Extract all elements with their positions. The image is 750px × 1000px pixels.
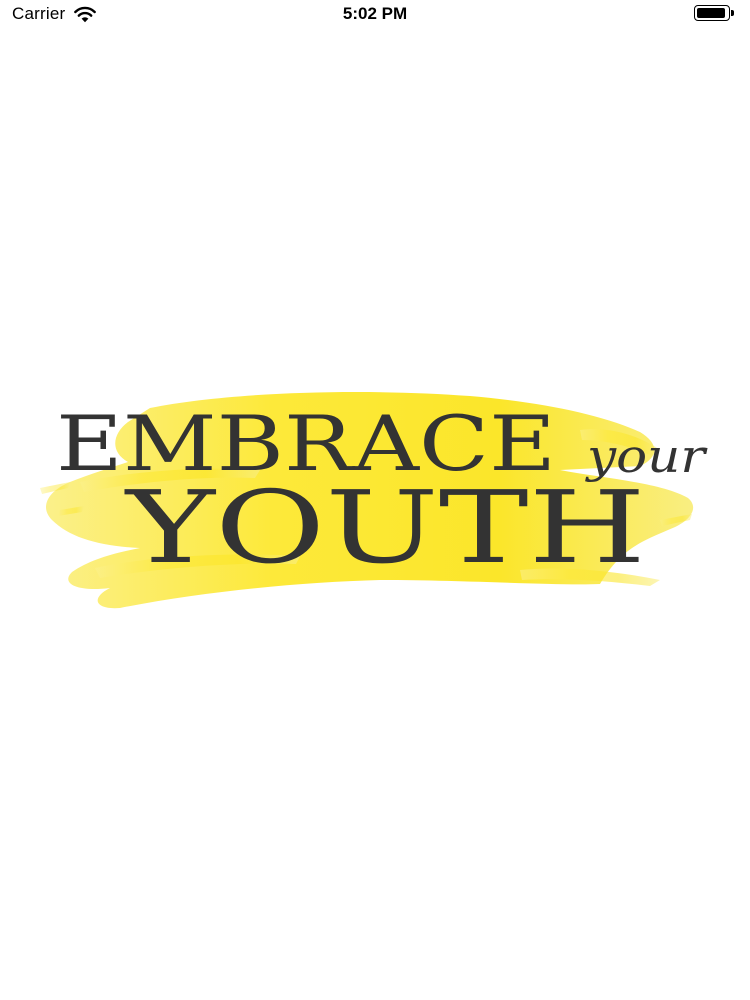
- logo-artwork: EMBRACE your YOUTH: [40, 392, 708, 609]
- battery-tip: [731, 10, 734, 16]
- battery-body: [694, 5, 730, 21]
- status-time: 5:02 PM: [342, 4, 408, 23]
- status-bar: Carrier 5:02 PM: [0, 0, 750, 30]
- logo-line-youth: YOUTH: [123, 469, 646, 586]
- splash-logo: EMBRACE your YOUTH: [0, 370, 750, 630]
- battery-fill: [697, 8, 725, 18]
- battery-icon: [694, 5, 736, 23]
